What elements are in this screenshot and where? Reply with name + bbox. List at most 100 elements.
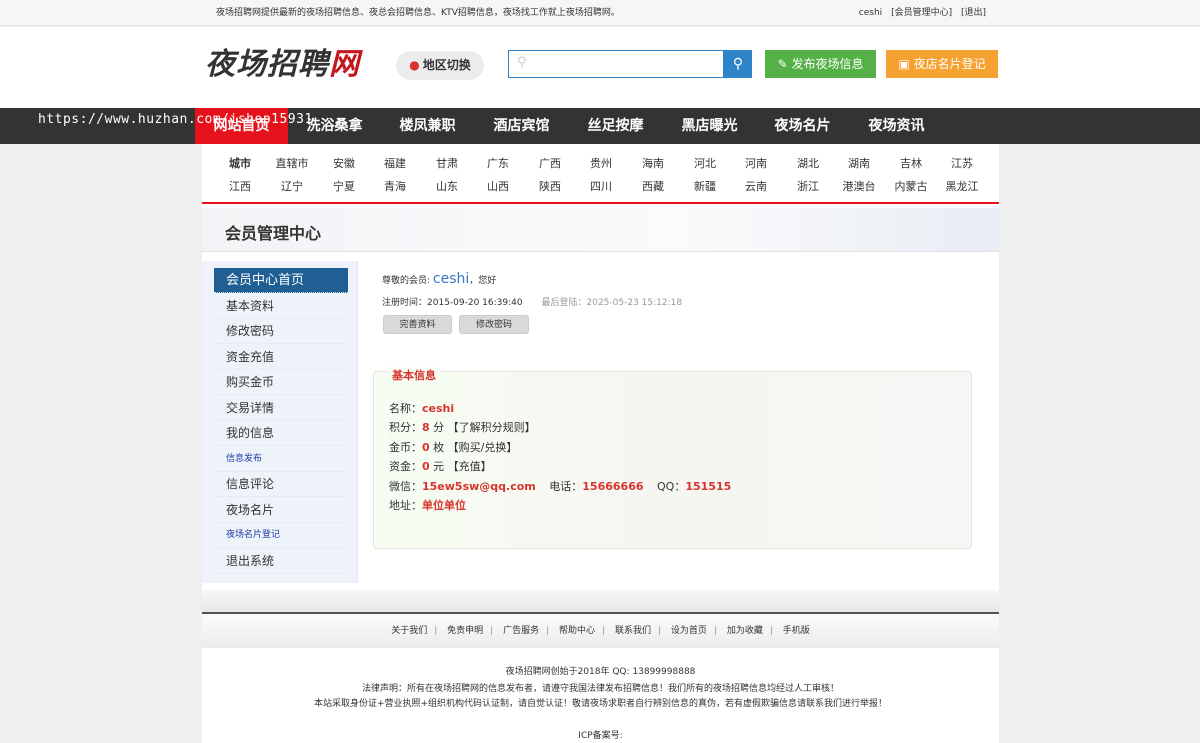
region-switch-button[interactable]: ● 地区切换	[396, 51, 484, 80]
city-link[interactable]: 广东	[472, 155, 524, 171]
search-button[interactable]: ⚲	[724, 50, 752, 78]
city-link[interactable]: 湖北	[782, 155, 834, 171]
post-info-button[interactable]: ✎ 发布夜场信息	[765, 50, 876, 78]
city-link[interactable]: 江西	[214, 178, 266, 194]
funds-unit: 元	[433, 460, 445, 473]
city-link[interactable]: 安徽	[318, 155, 370, 171]
sidebar-item-recharge[interactable]: 资金充值	[214, 345, 348, 370]
city-link[interactable]: 四川	[575, 178, 627, 194]
recharge-link[interactable]: 【充值】	[448, 460, 492, 473]
city-link[interactable]: 江苏	[936, 155, 988, 171]
greeting-suffix: ，您好	[469, 276, 497, 286]
search-hint-icon: ⚲	[517, 55, 527, 70]
footer-verification: 本站采取身份证+营业执照+组织机构代码认证制，请自觉认证！敬请夜场求职者自行辨别…	[313, 699, 888, 709]
city-link[interactable]: 贵州	[575, 155, 627, 171]
page-title: 会员管理中心	[225, 224, 322, 243]
points-rules-link[interactable]: 【了解积分规则】	[448, 421, 536, 434]
city-link[interactable]: 福建	[369, 155, 421, 171]
username-link[interactable]: ceshi	[859, 8, 882, 18]
top-bar: 夜场招聘网提供最新的夜场招聘信息、夜总会招聘信息、KTV招聘信息，夜场找工作就上…	[0, 0, 1200, 26]
city-link[interactable]: 宁夏	[318, 178, 370, 194]
id-card-icon: ▣	[898, 57, 910, 71]
sidebar-item-cards[interactable]: 夜场名片	[214, 498, 348, 523]
basic-info-panel: 基本信息 名称：ceshi 积分：8 分 【了解积分规则】 金币：0 枚 【购买…	[373, 367, 972, 549]
name-value: ceshi	[422, 402, 455, 415]
city-link[interactable]: 湖南	[833, 155, 885, 171]
footer-link-about[interactable]: 关于我们	[391, 626, 427, 636]
sidebar-item-comments[interactable]: 信息评论	[214, 472, 348, 497]
site-logo[interactable]: 夜场招聘网	[205, 39, 360, 83]
nav-item-massage[interactable]: 丝足按摩	[569, 108, 662, 144]
info-row-contact: 微信：15ew5sw@qq.com 电话：15666666 QQ：151515	[389, 478, 731, 494]
city-link[interactable]: 吉林	[885, 155, 937, 171]
card-register-label: 夜店名片登记	[913, 57, 986, 71]
footer-separator: |	[769, 626, 773, 636]
footer-link-ads[interactable]: 广告服务	[503, 626, 539, 636]
member-center-header: 会员管理中心	[202, 208, 999, 252]
last-login-value: 2025-05-23 15:12:18	[586, 298, 683, 308]
sidebar-item-home[interactable]: 会员中心首页	[214, 268, 348, 293]
registration-info: 注册时间：2015-09-20 16:39:40 最后登陆：2025-05-23…	[382, 295, 682, 308]
city-link[interactable]: 海南	[627, 155, 679, 171]
sidebar-item-password[interactable]: 修改密码	[214, 319, 348, 344]
nav-item-hotel[interactable]: 酒店宾馆	[475, 108, 568, 144]
sidebar-item-logout[interactable]: 退出系统	[214, 549, 348, 574]
city-list: 城市 直辖市 安徽 福建 甘肃 广东 广西 贵州 海南 河北 河南 湖北 湖南 …	[202, 144, 999, 204]
logout-link[interactable]: [退出]	[961, 8, 986, 18]
city-link[interactable]: 内蒙古	[885, 178, 937, 194]
city-link[interactable]: 新疆	[679, 178, 731, 194]
points-label: 积分：	[389, 421, 422, 434]
footer-link-mobile[interactable]: 手机版	[783, 626, 810, 636]
footer-icp: ICP备案号:	[578, 731, 623, 741]
change-password-button[interactable]: 修改密码	[459, 315, 529, 334]
name-label: 名称：	[389, 402, 422, 415]
city-link[interactable]: 甘肃	[421, 155, 473, 171]
city-link[interactable]: 辽宁	[266, 178, 318, 194]
footer-link-disclaimer[interactable]: 免责申明	[447, 626, 483, 636]
nav-item-exposure[interactable]: 黑店曝光	[663, 108, 756, 144]
city-link[interactable]: 港澳台	[833, 178, 885, 194]
phone-label: 电话：	[549, 480, 583, 493]
footer-founded: 夜场招聘网创始于2018年 QQ: 13899998888	[505, 667, 696, 677]
sidebar-item-post-info[interactable]: 信息发布	[214, 447, 348, 472]
info-row-funds: 资金：0 元 【充值】	[389, 458, 492, 474]
city-link[interactable]: 云南	[730, 178, 782, 194]
search-input[interactable]: ⚲	[508, 50, 724, 78]
buy-coins-link[interactable]: 【购买/兑换】	[448, 441, 518, 454]
city-link[interactable]: 山西	[472, 178, 524, 194]
city-link[interactable]: 黑龙江	[936, 178, 988, 194]
funds-value: 0	[422, 460, 430, 473]
complete-profile-button[interactable]: 完善资料	[383, 315, 452, 334]
footer-link-homepage[interactable]: 设为首页	[671, 626, 707, 636]
sidebar-item-buy-coins[interactable]: 购买金币	[214, 370, 348, 395]
city-link[interactable]: 直辖市	[266, 155, 318, 171]
city-link[interactable]: 河南	[730, 155, 782, 171]
nav-item-news[interactable]: 夜场资讯	[850, 108, 943, 144]
info-row-coins: 金币：0 枚 【购买/兑换】	[389, 439, 517, 455]
coins-unit: 枚	[433, 441, 445, 454]
city-link[interactable]: 广西	[524, 155, 576, 171]
address-value: 单位单位	[422, 499, 466, 512]
sidebar-item-card-register[interactable]: 夜场名片登记	[214, 523, 348, 548]
footer-link-favorite[interactable]: 加为收藏	[727, 626, 763, 636]
card-register-button[interactable]: ▣ 夜店名片登记	[886, 50, 998, 78]
points-value: 8	[422, 421, 430, 434]
footer-link-contact[interactable]: 联系我们	[615, 626, 651, 636]
city-link[interactable]: 陕西	[524, 178, 576, 194]
nav-item-parttime[interactable]: 楼凤兼职	[381, 108, 474, 144]
member-center-link[interactable]: [会员管理中心]	[891, 8, 952, 18]
sidebar-item-profile[interactable]: 基本资料	[214, 294, 348, 319]
city-link[interactable]: 浙江	[782, 178, 834, 194]
last-login-label: 最后登陆：	[541, 298, 587, 308]
footer-link-help[interactable]: 帮助中心	[559, 626, 595, 636]
city-link[interactable]: 西藏	[627, 178, 679, 194]
sidebar-item-my-info[interactable]: 我的信息	[214, 421, 348, 446]
sidebar-item-transactions[interactable]: 交易详情	[214, 396, 348, 421]
qq-label: QQ：	[657, 480, 686, 493]
nav-item-cards[interactable]: 夜场名片	[756, 108, 849, 144]
city-link[interactable]: 山东	[421, 178, 473, 194]
city-link[interactable]: 河北	[679, 155, 731, 171]
reg-time-value: 2015-09-20 16:39:40	[427, 298, 523, 308]
city-link[interactable]: 青海	[369, 178, 421, 194]
member-sidebar: 会员中心首页 基本资料 修改密码 资金充值 购买金币 交易详情 我的信息 信息发…	[202, 261, 358, 583]
